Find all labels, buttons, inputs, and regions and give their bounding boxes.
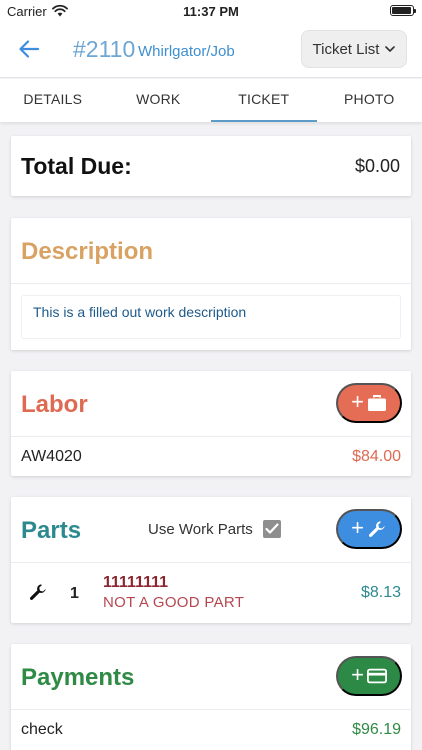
labor-item-code[interactable]: AW4020 [21, 448, 82, 466]
plus-icon: + [351, 515, 364, 540]
wrench-icon [29, 584, 46, 601]
parts-card: Parts Use Work Parts + 1 11111111 NOT A … [11, 497, 411, 623]
ticket-list-label: Ticket List [312, 40, 380, 58]
status-bar: Carrier 11:37 PM [0, 0, 422, 22]
part-name: NOT A GOOD PART [103, 594, 245, 611]
tab-ticket[interactable]: TICKET [211, 79, 317, 122]
labor-title: Labor [21, 391, 88, 418]
tab-work[interactable]: WORK [106, 79, 212, 122]
description-card: Description This is a filled out work de… [11, 218, 411, 350]
add-labor-button[interactable]: + [336, 383, 402, 423]
use-work-parts-checkbox[interactable] [263, 520, 281, 538]
job-link[interactable]: Whirlgator/Job [138, 43, 235, 60]
credit-card-icon [366, 668, 387, 684]
plus-icon: + [351, 662, 364, 687]
labor-divider [11, 436, 411, 437]
ticket-list-dropdown[interactable]: Ticket List [301, 30, 407, 68]
parts-divider [11, 562, 411, 563]
tab-photo[interactable]: PHOTO [317, 79, 422, 122]
chevron-down-icon [385, 46, 396, 52]
payments-divider [11, 709, 411, 710]
description-text: This is a filled out work description [33, 304, 247, 320]
use-work-parts-label: Use Work Parts [148, 521, 253, 538]
navigation-bar: #2110 Whirlgator/Job Ticket List [0, 22, 422, 78]
ticket-number: #2110 [73, 36, 136, 62]
part-amount: $8.13 [360, 584, 401, 601]
add-payment-button[interactable]: + [336, 656, 402, 696]
briefcase-icon [367, 395, 386, 411]
tab-details[interactable]: DETAILS [0, 79, 106, 122]
status-time: 11:37 PM [183, 4, 239, 19]
description-text-box[interactable]: This is a filled out work description [21, 295, 401, 339]
battery-icon [390, 5, 416, 16]
arrow-left-icon[interactable] [18, 38, 40, 60]
payments-title: Payments [21, 664, 135, 691]
part-number[interactable]: 11111111 [103, 574, 168, 592]
add-part-button[interactable]: + [336, 509, 402, 549]
checkmark-icon [265, 523, 279, 534]
part-quantity: 1 [70, 585, 79, 602]
parts-title: Parts [21, 517, 82, 544]
total-due-card: Total Due: $0.00 [11, 136, 411, 196]
tab-bar: DETAILS WORK TICKET PHOTO [0, 79, 422, 122]
payments-card: Payments + check $96.19 [11, 644, 411, 750]
description-divider [11, 283, 411, 284]
wrench-icon [368, 521, 385, 538]
payment-amount: $96.19 [352, 721, 401, 738]
plus-icon: + [351, 389, 364, 414]
labor-card: Labor + AW4020 $84.00 [11, 371, 411, 476]
total-due-value: $0.00 [354, 156, 400, 176]
payment-method[interactable]: check [21, 721, 63, 739]
description-title: Description [21, 238, 154, 265]
labor-item-amount: $84.00 [352, 448, 401, 465]
total-due-label: Total Due: [21, 153, 132, 179]
